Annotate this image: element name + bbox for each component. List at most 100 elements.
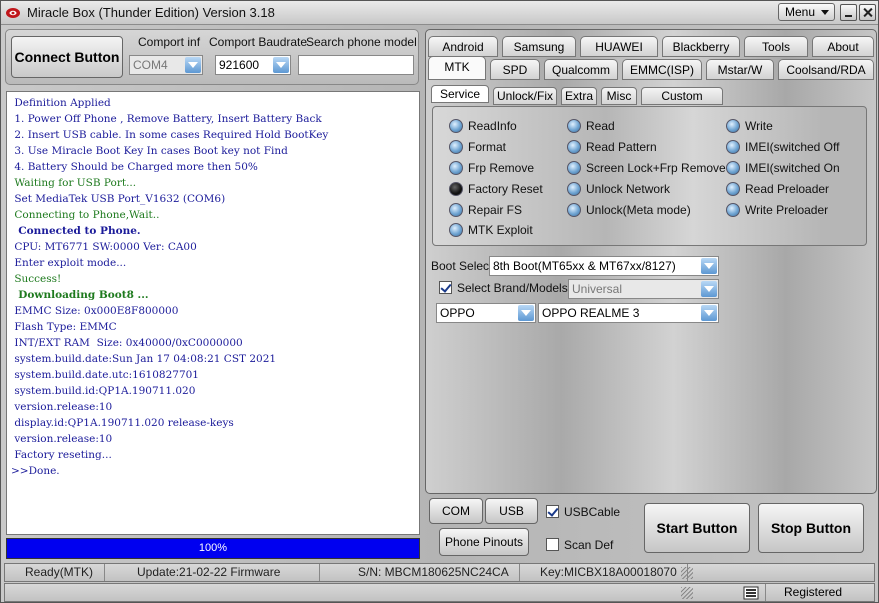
radio-unlock-meta[interactable]: Unlock(Meta mode) — [567, 203, 691, 217]
log-line: Enter exploit mode... — [11, 257, 127, 269]
tab-tools[interactable]: Tools — [744, 36, 808, 57]
radio-readinfo[interactable]: ReadInfo — [449, 119, 517, 133]
keyboard-icon — [743, 586, 759, 600]
close-button[interactable] — [859, 4, 876, 21]
tab-mstar[interactable]: Mstar/W — [706, 59, 774, 80]
tab-android[interactable]: Android — [428, 36, 498, 57]
radio-button-icon — [567, 161, 581, 175]
radio-read-pattern[interactable]: Read Pattern — [567, 140, 657, 154]
radio-label: Unlock Network — [586, 182, 671, 196]
scan-def-label: Scan Def — [564, 538, 614, 552]
radio-label: Unlock(Meta mode) — [586, 203, 691, 217]
radio-button-icon — [726, 182, 740, 196]
comport-label: Comport inf — [138, 35, 201, 49]
title-bar: Miracle Box (Thunder Edition) Version 3.… — [1, 1, 878, 25]
boot-select-value: 8th Boot(MT65xx & MT67xx/8127) — [493, 259, 676, 273]
log-line: Connecting to Phone,Wait.. — [11, 209, 160, 221]
log-line: Set MediaTek USB Port_V1632 (COM6) — [11, 193, 226, 205]
radio-repair-fs[interactable]: Repair FS — [449, 203, 522, 217]
status-update: Update:21-02-22 Firmware Ver:1.18 — [105, 564, 320, 596]
status-bar-secondary: Registered — [4, 583, 875, 602]
radio-button-icon — [449, 161, 463, 175]
minimize-button[interactable] — [840, 4, 857, 21]
log-line: CPU: MT6771 SW:0000 Ver: CA00 — [11, 241, 197, 253]
brand-value: OPPO — [440, 306, 475, 320]
usbcable-checkbox[interactable] — [546, 505, 559, 518]
radio-frp-remove[interactable]: Frp Remove — [449, 161, 534, 175]
brand-select[interactable]: OPPO — [436, 303, 536, 323]
tab-about[interactable]: About — [812, 36, 874, 57]
radio-read[interactable]: Read — [567, 119, 615, 133]
subtab-unlock-fix[interactable]: Unlock/Fix — [493, 87, 557, 105]
usbcable-label: USBCable — [564, 505, 621, 519]
status-serial: S/N: MBCM180625NC24CA — [320, 564, 520, 581]
status-key: Key:MICBX18A00018070 — [520, 564, 688, 581]
status-bar: Ready(MTK) Update:21-02-22 Firmware Ver:… — [4, 563, 875, 596]
select-brand-checkbox[interactable] — [439, 281, 452, 294]
progress-bar: 100% — [6, 538, 420, 559]
com-scan-button[interactable]: COM Scan — [429, 498, 483, 542]
radio-format[interactable]: Format — [449, 140, 506, 154]
radio-label: IMEI(switched Off — [745, 140, 840, 154]
log-line: Success! — [11, 273, 62, 285]
log-line: Connected to Phone. — [11, 225, 141, 237]
dropdown-arrow-icon — [185, 57, 201, 73]
log-line: Downloading Boot8 ... — [11, 289, 149, 301]
miracle-logo-icon — [6, 8, 20, 18]
radio-write-preloader[interactable]: Write Preloader — [726, 203, 828, 217]
log-line: Factory reseting... — [11, 449, 112, 461]
stop-button[interactable]: Stop Button — [758, 503, 864, 553]
log-line: INT/EXT RAM Size: 0x40000/0xC0000000 — [11, 337, 243, 349]
select-brand-label: Select Brand/Models — [457, 281, 568, 295]
radio-label: Read Pattern — [586, 140, 657, 154]
subtab-misc[interactable]: Misc — [601, 87, 637, 105]
log-line: 3. Use Miracle Boot Key In cases Boot ke… — [11, 145, 288, 157]
dropdown-arrow-icon — [273, 57, 289, 73]
tab-samsung[interactable]: Samsung — [502, 36, 576, 57]
log-line: system.build.id:QP1A.190711.020 — [11, 385, 196, 397]
tab-huawei[interactable]: HUAWEI — [580, 36, 658, 57]
baudrate-select[interactable]: 921600 — [215, 55, 291, 75]
radio-unlock-network[interactable]: Unlock Network — [567, 182, 670, 196]
log-line: >>Done. — [11, 465, 60, 477]
tab-blackberry[interactable]: Blackberry — [662, 36, 740, 57]
tab-coolsand-rda[interactable]: Coolsand/RDA — [778, 59, 874, 80]
scan-def-checkbox[interactable] — [546, 538, 559, 551]
subtab-extra[interactable]: Extra — [561, 87, 597, 105]
start-button[interactable]: Start Button — [644, 503, 750, 553]
radio-label: Factory Reset — [468, 182, 543, 196]
connect-button[interactable]: Connect Button — [11, 36, 123, 78]
radio-button-icon — [726, 119, 740, 133]
radio-screen-lock-frp[interactable]: Screen Lock+Frp Remove — [567, 161, 726, 175]
log-line: system.build.date.utc:1610827701 — [11, 369, 199, 381]
radio-button-selected-icon — [449, 182, 463, 196]
menu-button[interactable]: Menu — [778, 3, 835, 21]
tab-mtk[interactable]: MTK — [428, 56, 486, 80]
log-line: 1. Power Off Phone , Remove Battery, Ins… — [11, 113, 322, 125]
usb-scan-button[interactable]: USB Scan — [485, 498, 538, 542]
radio-label: Read Preloader — [745, 182, 830, 196]
radio-imei-on[interactable]: IMEI(switched On — [726, 161, 840, 175]
radio-button-icon — [726, 161, 740, 175]
boot-select[interactable]: 8th Boot(MT65xx & MT67xx/8127) — [489, 256, 719, 276]
baudrate-label: Comport Baudrate — [209, 35, 308, 49]
log-line: system.build.date:Sun Jan 17 04:08:21 CS… — [11, 353, 277, 365]
models-select[interactable]: Universal — [568, 279, 719, 299]
model-select[interactable]: OPPO REALME 3 — [538, 303, 719, 323]
radio-imei-off[interactable]: IMEI(switched Off — [726, 140, 839, 154]
subtab-custom-setting[interactable]: Custom Setting — [641, 87, 723, 120]
radio-factory-reset[interactable]: Factory Reset — [449, 182, 543, 196]
tab-spd[interactable]: SPD — [490, 59, 540, 80]
comport-select[interactable]: COM4 — [129, 55, 203, 75]
radio-write[interactable]: Write — [726, 119, 773, 133]
phone-pinouts-button[interactable]: Phone Pinouts — [439, 528, 529, 556]
radio-read-preloader[interactable]: Read Preloader — [726, 182, 829, 196]
radio-mtk-exploit[interactable]: MTK Exploit — [449, 223, 533, 237]
subtab-service[interactable]: Service — [431, 85, 489, 103]
radio-button-icon — [567, 140, 581, 154]
chevron-down-icon — [821, 10, 829, 15]
search-phone-input[interactable] — [298, 55, 414, 75]
dropdown-arrow-icon — [518, 305, 534, 321]
tab-qualcomm[interactable]: Qualcomm — [544, 59, 618, 80]
tab-emmc-isp[interactable]: EMMC(ISP) — [622, 59, 702, 80]
